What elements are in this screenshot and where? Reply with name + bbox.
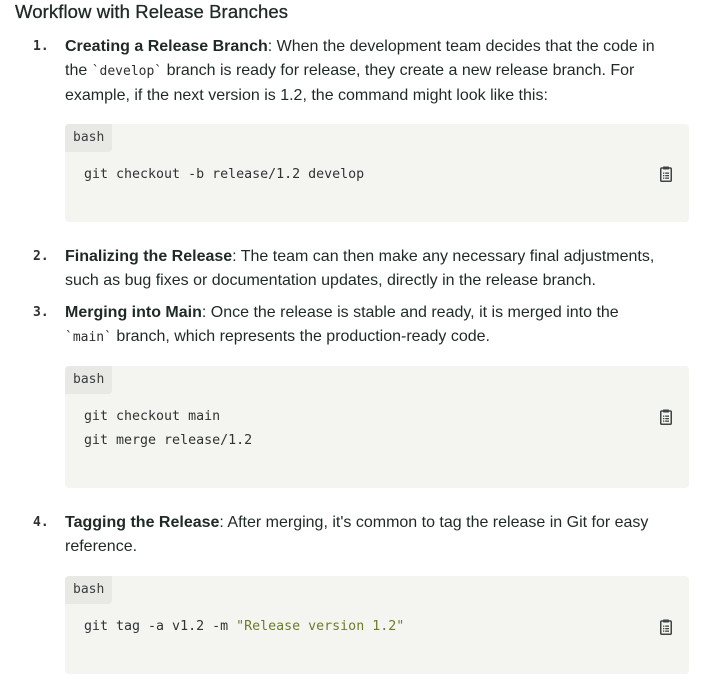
step-line: `main` branch, which represents the prod… xyxy=(65,325,685,350)
step-desc: : When the development team decides that… xyxy=(267,38,655,55)
step-title: Finalizing the Release xyxy=(65,248,233,265)
step-number: 4. xyxy=(33,515,49,530)
clipboard-icon xyxy=(660,409,672,425)
code-line: git checkout main xyxy=(84,409,221,424)
step-title: Creating a Release Branch xyxy=(65,38,268,55)
step-number: 2. xyxy=(33,249,49,264)
step-number: 3. xyxy=(33,305,49,320)
step-text: Creating a Release Branch: When the deve… xyxy=(65,35,685,108)
step-line: Merging into Main: Once the release is s… xyxy=(65,301,685,325)
code-language-label: bash xyxy=(65,366,113,394)
step-desc: : The team can then make any necessary f… xyxy=(232,248,655,265)
step-line: example, if the next version is 1.2, the… xyxy=(65,87,548,104)
code-language-label: bash xyxy=(65,124,113,152)
section-heading: Workflow with Release Branches xyxy=(15,1,289,22)
code-content[interactable]: git tag -a v1.2 -m "Release version 1.2" xyxy=(84,615,404,639)
code-line: git tag -a v1.2 -m "Release version 1.2" xyxy=(84,615,404,639)
code-line: git merge release/1.2 xyxy=(84,433,253,448)
step-desc: branch is ready for release, they create… xyxy=(162,62,635,79)
inline-code: `develop` xyxy=(91,64,163,79)
step-line: Tagging the Release: After merging, it's… xyxy=(65,511,685,535)
step-text: Finalizing the Release: The team can the… xyxy=(65,245,685,293)
step-desc: branch, which represents the production-… xyxy=(111,328,490,345)
step-desc: the xyxy=(65,62,92,79)
step-text: Tagging the Release: After merging, it's… xyxy=(65,511,685,559)
step-desc: : After merging, it's common to tag the … xyxy=(219,514,649,531)
step-line: Finalizing the Release: The team can the… xyxy=(65,245,685,269)
step-line: reference. xyxy=(65,538,138,555)
step-line: such as bug fixes or documentation updat… xyxy=(65,272,596,289)
copy-button[interactable] xyxy=(660,166,672,182)
code-line: git checkout -b release/1.2 develop xyxy=(84,167,365,182)
code-string: "Release version 1.2" xyxy=(236,619,405,634)
clipboard-icon xyxy=(660,166,672,182)
code-content[interactable]: git checkout main git merge release/1.2 xyxy=(84,405,252,453)
code-block: bash git tag -a v1.2 -m "Release version… xyxy=(65,576,689,674)
code-block: bash git checkout main git merge release/… xyxy=(65,366,689,488)
step-text: Merging into Main: Once the release is s… xyxy=(65,301,685,350)
inline-code: `main` xyxy=(65,330,112,345)
step-line: the `develop` branch is ready for releas… xyxy=(65,59,685,84)
copy-button[interactable] xyxy=(660,409,672,425)
clipboard-icon xyxy=(660,619,672,635)
step-title: Merging into Main xyxy=(65,304,202,321)
code-language-label: bash xyxy=(65,576,113,604)
step-title: Tagging the Release xyxy=(65,514,220,531)
step-line: Creating a Release Branch: When the deve… xyxy=(65,35,685,59)
code-content[interactable]: git checkout -b release/1.2 develop xyxy=(84,163,364,187)
step-desc: : Once the release is stable and ready, … xyxy=(201,304,619,321)
code-text: git tag -a v1.2 -m xyxy=(84,619,237,634)
code-block: bash git checkout -b release/1.2 develop xyxy=(65,124,689,222)
step-number: 1. xyxy=(33,39,49,54)
copy-button[interactable] xyxy=(660,619,672,635)
